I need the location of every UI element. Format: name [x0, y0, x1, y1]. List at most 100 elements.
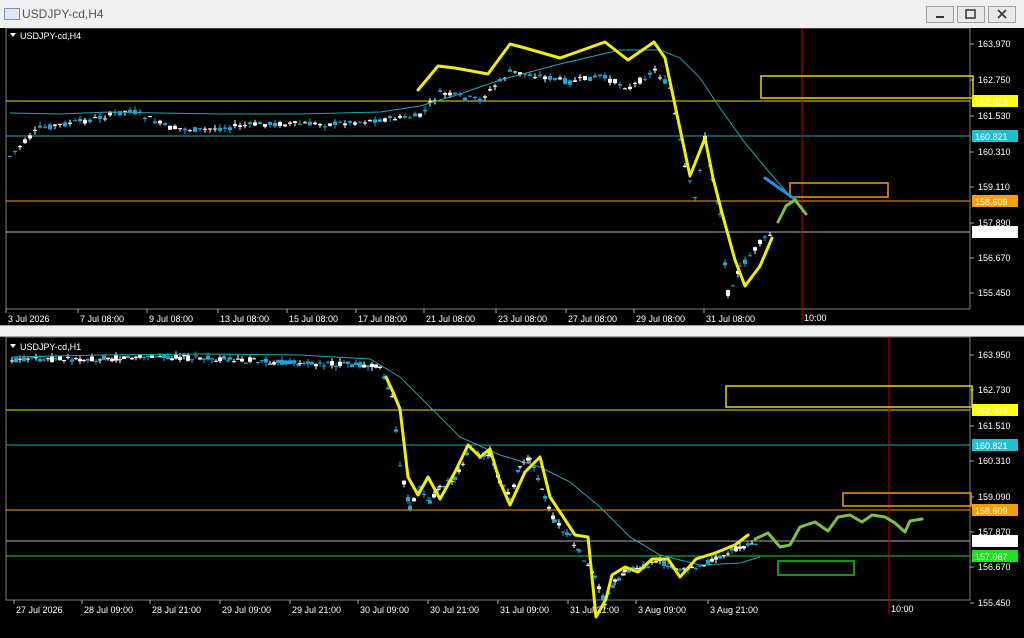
candle-body — [553, 78, 557, 80]
candle-body — [166, 356, 170, 360]
candle-body — [18, 146, 22, 148]
close-button[interactable] — [988, 6, 1016, 23]
zone-rect-yellow[interactable] — [725, 385, 973, 408]
panel-separator[interactable] — [0, 325, 1024, 337]
candle-body — [561, 531, 565, 533]
candle-body — [308, 121, 312, 126]
candle-body — [346, 361, 350, 364]
candle-body — [326, 361, 330, 363]
chart-panel-h4[interactable]: USDJPY-cd,H4 163.970 162.750 161.530 160.310… — [0, 28, 1024, 325]
candle-body — [128, 109, 132, 113]
candle-body — [543, 76, 547, 80]
candle-body — [394, 429, 398, 432]
candle-body — [418, 113, 422, 117]
candle-body — [698, 170, 702, 172]
candle-body — [621, 573, 625, 576]
candle-body — [103, 118, 107, 120]
candle-body — [628, 86, 632, 90]
zone-rect-yellow[interactable] — [760, 75, 974, 99]
restore-button[interactable] — [957, 6, 985, 23]
candle-body — [98, 116, 102, 120]
candle-body — [284, 360, 288, 365]
candle-body — [338, 361, 342, 366]
time-tick-label: 27 Jul 2026 — [16, 605, 63, 615]
zone-rect-orange[interactable] — [789, 182, 889, 198]
level-price-label: 160.821 — [975, 132, 1008, 142]
candle-body — [578, 77, 582, 79]
time-tick-label: 17 Jul 08:00 — [358, 314, 407, 324]
candle-body — [258, 122, 262, 125]
candle-body — [662, 560, 666, 566]
candle-body — [423, 109, 427, 112]
zone-rect-green[interactable] — [777, 560, 855, 576]
candle-body — [43, 126, 47, 128]
chart-panel-h1[interactable]: USDJPY-cd,H1 163.950 162.730 161.510 160.310… — [0, 337, 1024, 638]
wave-drawing-yellow[interactable] — [384, 375, 750, 619]
candle-body — [278, 122, 282, 126]
candle-body — [646, 566, 650, 568]
zone-rect-orange[interactable] — [842, 492, 972, 507]
candle-body — [148, 116, 152, 118]
candle-body — [593, 75, 597, 78]
candle-body — [13, 150, 17, 152]
candle-body — [118, 359, 122, 361]
candle-body — [654, 560, 658, 563]
candle-body — [363, 122, 367, 124]
candle-body — [548, 76, 552, 80]
candle-body — [518, 466, 522, 468]
candle-body — [226, 360, 230, 362]
candle-body — [202, 358, 206, 360]
candle-body — [633, 82, 637, 84]
candle-body — [643, 79, 647, 81]
candle-body — [223, 127, 227, 129]
candle-body — [613, 579, 617, 582]
candle-body — [693, 196, 697, 199]
candle-body — [183, 128, 187, 131]
candle-body — [158, 120, 162, 124]
candle-body — [398, 115, 402, 118]
projection-drawing-blue[interactable] — [763, 176, 798, 202]
candle-body — [726, 553, 730, 555]
candle-body — [408, 117, 412, 119]
candle-body — [406, 497, 410, 502]
time-tick-label: 3 Jul 2026 — [8, 314, 50, 324]
symbol-dropdown-icon[interactable] — [10, 344, 16, 348]
minimize-button[interactable] — [926, 6, 954, 23]
projection-drawing-green[interactable] — [753, 513, 924, 549]
time-marker-label: 10:00 — [804, 313, 827, 323]
candle-body — [353, 122, 357, 125]
candle-body — [138, 354, 142, 358]
candle-body — [402, 480, 406, 485]
candle-body — [173, 125, 177, 130]
candle-body — [658, 77, 662, 79]
candle-body — [248, 122, 252, 125]
candle-body — [70, 359, 74, 362]
candle-body — [572, 544, 576, 546]
candle-body — [322, 365, 326, 367]
close-icon — [997, 9, 1007, 19]
candle-body — [746, 543, 750, 546]
candle-body — [256, 362, 260, 364]
candle-body — [214, 360, 218, 362]
candle-body — [153, 121, 157, 124]
h4-chart-canvas[interactable]: USDJPY-cd,H4 163.970 162.750 161.530 160.310… — [0, 28, 1024, 325]
candle-body — [714, 557, 718, 560]
candle-body — [608, 78, 612, 83]
candle-body — [62, 360, 66, 362]
candle-body — [276, 359, 280, 363]
candle-body — [468, 95, 472, 97]
price-tick-label: 159.110 — [978, 182, 1010, 192]
candle-body — [110, 358, 114, 362]
wave-drawing-yellow[interactable] — [416, 40, 774, 288]
candle-body — [557, 523, 561, 526]
candle-body — [243, 125, 247, 127]
candle-body — [188, 130, 192, 132]
candle-body — [722, 555, 726, 557]
candle-body — [453, 92, 457, 95]
symbol-dropdown-icon[interactable] — [10, 33, 16, 37]
candle-body — [613, 79, 617, 84]
h1-chart-canvas[interactable]: USDJPY-cd,H1 163.950 162.730 161.510 160.310… — [0, 337, 1024, 638]
candle-body — [412, 498, 416, 502]
candle-body — [22, 357, 26, 362]
candle-body — [58, 123, 62, 125]
